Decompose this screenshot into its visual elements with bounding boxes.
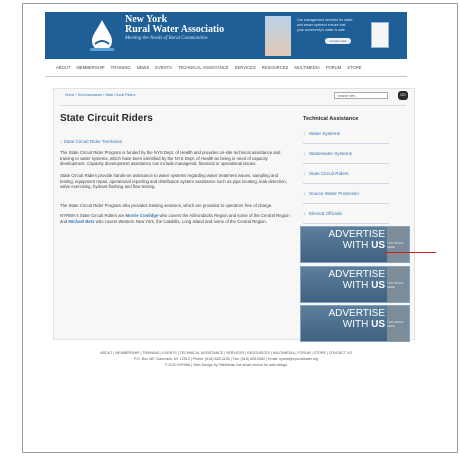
page-title: State Circuit Riders	[60, 113, 153, 124]
advertise-side-label: THIS SPACE HERE	[387, 227, 409, 262]
nav-item-resources[interactable]: RESOURCES	[262, 65, 289, 70]
advertise-side-label: THIS SPACE HERE	[387, 267, 409, 302]
search-button[interactable]: GO	[398, 91, 408, 100]
advertise-line1: ADVERTISE	[328, 269, 386, 280]
sidebar-item-elected-officials[interactable]: ↓ Elected Officials	[303, 204, 389, 224]
advertise-line2: WITH US	[343, 280, 385, 291]
nav-item-events[interactable]: EVENTS	[155, 65, 172, 70]
sidebar-list: ↓ Water Systems ↓ Wastewater Systems ↓ Stat…	[303, 124, 389, 224]
sidebar-item-source-water-protection[interactable]: ↓ Source Water Protection	[303, 184, 389, 204]
nav-item-multimedia[interactable]: MULTIMEDIA	[294, 65, 320, 70]
advertise-line2: WITH US	[343, 240, 385, 251]
org-name-line2: Rural Water Associatio	[125, 24, 225, 35]
content-divider	[60, 105, 406, 106]
riders-text-pre: NYRWA's State Circuit Riders are	[60, 213, 126, 218]
annotation-pointer-line	[384, 252, 436, 253]
footer-address: P.O. Box 487 Claverack, NY 12513 | Phone…	[133, 357, 319, 361]
sidebar-item-label: Source Water Protection	[309, 191, 359, 196]
sidebar-item-label: Water Systems	[309, 131, 340, 136]
nav-item-store[interactable]: STORE	[347, 65, 361, 70]
footer-links[interactable]: ABOUT | MEMBERSHIP | TRAINING | EVENTS |…	[45, 351, 407, 355]
advertise-side-label: THIS SPACE HERE	[387, 306, 409, 341]
nav-item-news[interactable]: NEWS	[137, 65, 150, 70]
nav-divider	[45, 76, 407, 77]
search-input[interactable]: search site...	[334, 92, 388, 99]
advertise-line2-pre: WITH	[342, 240, 372, 251]
sidebar-item-wastewater-systems[interactable]: ↓ Wastewater Systems	[303, 144, 389, 164]
sidebar-item-water-systems[interactable]: ↓ Water Systems	[303, 124, 389, 144]
sidebar-item-label: Elected Officials	[309, 211, 342, 216]
sidebar-item-state-circuit-riders[interactable]: ↓ State Circuit Riders	[303, 164, 389, 184]
nav-item-technical-assistance[interactable]: TECHNICAL ASSISTANCE	[178, 65, 229, 70]
nav-item-membership[interactable]: MEMBERSHIP	[76, 65, 104, 70]
partner-logo[interactable]	[371, 22, 389, 48]
nav-item-about[interactable]: ABOUT	[56, 65, 70, 70]
paragraph-program: The State Circuit Rider Program is funde…	[60, 150, 281, 167]
territories-link-label: State Circuit Rider Territories	[63, 139, 123, 144]
advertise-line2-bold: US	[371, 319, 385, 330]
water-drop-logo-icon[interactable]	[87, 18, 117, 52]
riders-text-post: who covers Western New York, the Catskil…	[94, 218, 268, 224]
sidebar-item-label: State Circuit Riders	[309, 171, 349, 176]
advertise-line2: WITH US	[343, 319, 385, 330]
site-header: New York Rural Water Associatio Meeting …	[45, 12, 407, 59]
advertise-banner[interactable]: ADVERTISE WITH US THIS SPACE HERE	[300, 266, 410, 303]
rider-link-coolidge[interactable]: Morrie Coolidge	[126, 213, 159, 218]
footer-copyright: © 2010 NYRWA | Web Design by SiteMedia, …	[164, 363, 288, 367]
paragraph-riders: NYRWA's State Circuit Riders are Morrie …	[60, 213, 290, 224]
sidebar-item-label: Wastewater Systems	[309, 151, 352, 156]
advertise-line2-bold: US	[371, 240, 385, 251]
paragraph-services: State Circuit Riders provide hands-on as…	[60, 173, 287, 190]
advertise-line2-bold: US	[371, 280, 385, 291]
nav-item-services[interactable]: SERVICES	[235, 65, 256, 70]
org-tagline: Meeting the Needs of Rural Communities	[125, 36, 208, 41]
rider-link-betz[interactable]: Michael Betz	[68, 219, 94, 224]
nav-item-training[interactable]: TRAINING	[111, 65, 131, 70]
advertise-banner[interactable]: ADVERTISE WITH US THIS SPACE HERE	[300, 305, 410, 342]
paragraph-training: The State Circuit Rider Program also pro…	[60, 203, 273, 208]
advertise-banner[interactable]: ADVERTISE WITH US THIS SPACE HERE	[300, 226, 410, 263]
header-ad-text: Our management services for water and se…	[297, 18, 353, 32]
advertise-line2-pre: WITH	[342, 319, 372, 330]
territories-link[interactable]: ↓ State Circuit Rider Territories	[60, 139, 122, 144]
header-photo	[265, 16, 291, 56]
nav-item-forum[interactable]: FORUM	[326, 65, 341, 70]
advertise-line1: ADVERTISE	[328, 229, 386, 240]
advertise-line2-pre: WITH	[342, 280, 372, 291]
main-nav: ABOUT MEMBERSHIP TRAINING NEWS EVENTS TE…	[56, 62, 396, 72]
org-name[interactable]: New York Rural Water Associatio	[125, 15, 224, 35]
header-ad-button[interactable]: Contact Now	[325, 38, 351, 44]
breadcrumb[interactable]: Home / Tech Assistance / State Circuit R…	[65, 93, 135, 97]
sidebar-title: Technical Assistance	[303, 116, 359, 122]
advertise-line1: ADVERTISE	[328, 308, 386, 319]
